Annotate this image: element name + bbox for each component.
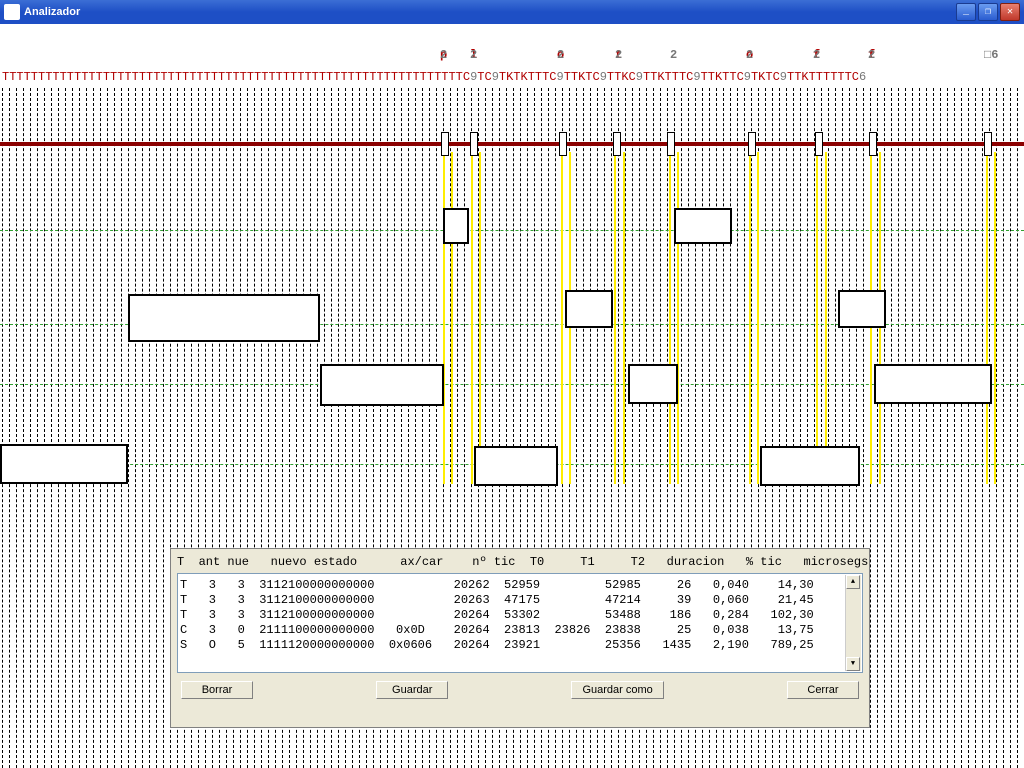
event-drop-line [614,152,616,484]
data-row: S O 5 1111120000000000 0x0606 20264 2392… [180,638,860,653]
timing-box [320,364,444,406]
window-title: Analizador [24,6,956,18]
event-drop-line [561,152,563,484]
maximize-button[interactable]: ❐ [978,3,998,21]
tick-mark [984,132,992,156]
event-drop-line [669,152,671,484]
event-drop-line [816,152,818,484]
timing-box [565,290,613,328]
scroll-down-button[interactable]: ▼ [846,657,860,671]
title-bar: Analizador _ ❐ ✕ [0,0,1024,24]
timing-box [443,208,469,244]
event-drop-line [451,152,453,484]
minimize-button[interactable]: _ [956,3,976,21]
borrar-button[interactable]: Borrar [181,681,253,699]
tick-mark [441,132,449,156]
tick-mark [613,132,621,156]
panel-header: T ant nue nuevo estado ax/car nº tic T0 … [177,555,863,569]
guardar-button[interactable]: Guardar [376,681,448,699]
app-icon [4,4,20,20]
tick-mark [815,132,823,156]
data-row: T 3 3 3112100000000000 20263 47175 47214… [180,593,860,608]
timing-box [838,290,886,328]
event-drop-line [677,152,679,484]
tick-mark [559,132,567,156]
timing-box [628,364,678,404]
data-row: T 3 3 3112100000000000 20264 53302 53488… [180,608,860,623]
tick-mark [748,132,756,156]
data-row: T 3 3 3112100000000000 20262 52959 52985… [180,578,860,593]
tick-mark [869,132,877,156]
scrollbar[interactable]: ▲ ▼ [845,575,861,671]
sequence-track: TTTTTTTTTTTTTTTTTTTTTTTTTTTTTTTTTTTTTTTT… [2,70,1024,88]
panel-rows: T 3 3 3112100000000000 20262 52959 52985… [177,573,863,673]
tick-mark [470,132,478,156]
event-drop-line [471,152,473,484]
event-drop-line [749,152,751,484]
event-drop-line [479,152,481,484]
event-drop-line [443,152,445,484]
top-markers: p2l2o2t22o2f2f2□6 [0,48,1024,66]
close-button[interactable]: ✕ [1000,3,1020,21]
timing-box [674,208,732,244]
event-drop-line [623,152,625,484]
analyzer-canvas: p2l2o2t22o2f2f2□6 TTTTTTTTTTTTTTTTTTTTTT… [0,24,1024,768]
guardar-como-button[interactable]: Guardar como [571,681,663,699]
event-drop-line [757,152,759,484]
event-drop-line [994,152,996,484]
timing-box [474,446,558,486]
event-drop-line [986,152,988,484]
data-panel: T ant nue nuevo estado ax/car nº tic T0 … [170,548,870,728]
timing-box [760,446,860,486]
tick-mark [667,132,675,156]
scroll-up-button[interactable]: ▲ [846,575,860,589]
event-drop-line [825,152,827,484]
timing-box [128,294,320,342]
data-row: C 3 0 2111100000000000 0x0D 20264 23813 … [180,623,860,638]
timing-box [0,444,128,484]
cerrar-button[interactable]: Cerrar [787,681,859,699]
timing-box [874,364,992,404]
